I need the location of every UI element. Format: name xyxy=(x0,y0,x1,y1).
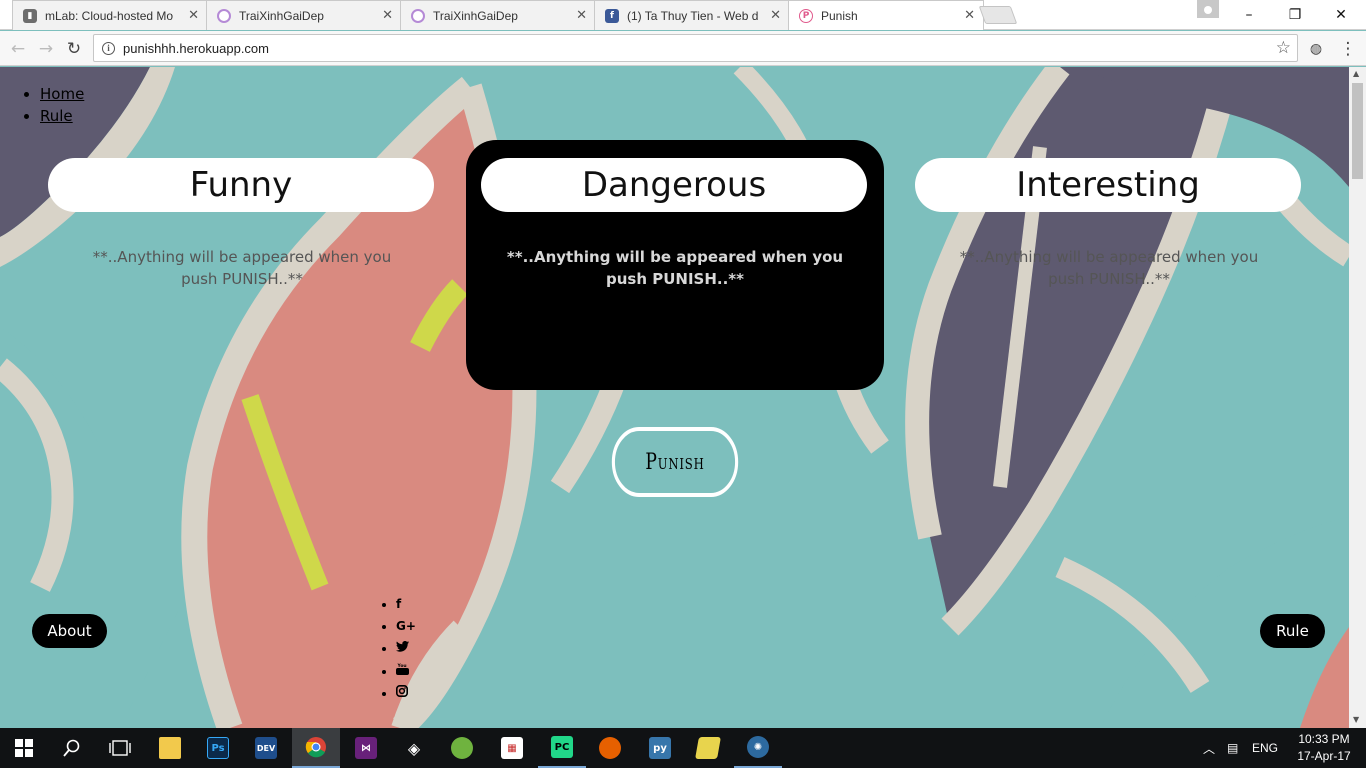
social-item: G+ xyxy=(396,619,416,641)
card-message: **..Anything will be appeared when you p… xyxy=(92,248,392,288)
top-nav: Home Rule xyxy=(22,83,84,127)
unity-icon[interactable]: ◈ xyxy=(390,728,438,768)
browser-tab-mlab[interactable]: ▮ mLab: Cloud-hosted Mo ✕ xyxy=(12,0,208,30)
close-tab-icon[interactable]: ✕ xyxy=(964,8,975,23)
social-item: You xyxy=(396,663,416,685)
social-links: f G+ You xyxy=(380,597,416,707)
browser-tab-traixinh-1[interactable]: TraiXinhGaiDep ✕ xyxy=(206,0,402,30)
social-item xyxy=(396,641,416,663)
scrollbar-thumb[interactable] xyxy=(1352,83,1363,179)
file-explorer-icon[interactable] xyxy=(146,728,194,768)
traixinh-favicon-icon xyxy=(411,8,425,23)
folder-icon[interactable] xyxy=(684,728,732,768)
scroll-up-arrow-icon[interactable]: ▲ xyxy=(1353,69,1359,78)
tab-title: (1) Ta Thuy Tien - Web d xyxy=(627,8,759,23)
profile-icon[interactable] xyxy=(1197,0,1219,18)
address-bar[interactable]: i punishhh.herokuapp.com ☆ xyxy=(93,34,1298,62)
traixinh-favicon-icon xyxy=(217,8,231,23)
card-interesting: Interesting **..Anything will be appeare… xyxy=(900,140,1318,390)
tab-title: mLab: Cloud-hosted Mo xyxy=(45,8,174,23)
nav-item-home: Home xyxy=(40,83,84,105)
visual-studio-icon[interactable]: ⋈ xyxy=(342,728,390,768)
card-title-interesting[interactable]: Interesting xyxy=(915,158,1301,212)
app-circle-icon[interactable]: ✺ xyxy=(734,728,782,768)
svg-text:You: You xyxy=(397,663,407,669)
windows-taskbar: Ps DEV ⋈ ◈ ▦ PC py ✺ ︿ ▤ ENG 10:33 PM 17… xyxy=(0,728,1366,768)
tab-title: TraiXinhGaiDep xyxy=(433,8,518,23)
new-tab-button[interactable] xyxy=(978,6,1018,24)
restore-button[interactable]: ❐ xyxy=(1272,0,1318,30)
page-viewport: Home Rule Funny **..Anything will be app… xyxy=(0,67,1349,728)
nav-item-rule: Rule xyxy=(40,105,84,127)
card-dangerous: Dangerous **..Anything will be appeared … xyxy=(466,140,884,390)
python-icon[interactable]: py xyxy=(636,728,684,768)
reload-icon[interactable]: ↻ xyxy=(62,37,86,61)
browser-tab-punish[interactable]: P Punish ✕ xyxy=(788,0,984,30)
clock[interactable]: 10:33 PM 17-Apr-17 xyxy=(1292,731,1356,765)
browser-tab-facebook[interactable]: f (1) Ta Thuy Tien - Web d ✕ xyxy=(594,0,790,30)
social-item: f xyxy=(396,597,416,619)
tab-title: Punish xyxy=(821,8,858,23)
page-scrollbar[interactable]: ▲ ▼ xyxy=(1349,67,1366,728)
info-icon[interactable]: i xyxy=(102,41,115,55)
tray-chevron-icon[interactable]: ︿ xyxy=(1203,728,1215,768)
punish-favicon-icon: P xyxy=(799,8,813,23)
close-tab-icon[interactable]: ✕ xyxy=(576,8,587,23)
app-icon[interactable]: ▦ xyxy=(488,728,536,768)
chrome-icon[interactable] xyxy=(292,728,340,768)
bookmark-star-icon[interactable]: ☆ xyxy=(1276,38,1291,58)
google-plus-icon[interactable]: G+ xyxy=(396,619,416,633)
search-icon[interactable] xyxy=(48,728,96,768)
youtube-icon[interactable]: You xyxy=(396,663,409,678)
tab-title: TraiXinhGaiDep xyxy=(239,8,324,23)
task-view-icon[interactable] xyxy=(96,728,144,768)
facebook-favicon-icon: f xyxy=(605,8,619,23)
clock-date: 17-Apr-17 xyxy=(1297,749,1351,763)
card-funny: Funny **..Anything will be appeared when… xyxy=(33,140,451,390)
close-tab-icon[interactable]: ✕ xyxy=(382,8,393,23)
forward-arrow-icon[interactable]: → xyxy=(34,37,58,61)
back-arrow-icon[interactable]: ← xyxy=(6,37,30,61)
rule-link[interactable]: Rule xyxy=(40,107,73,125)
clock-time: 10:33 PM xyxy=(1298,732,1350,746)
close-tab-icon[interactable]: ✕ xyxy=(188,8,199,23)
windows-start-icon[interactable] xyxy=(0,728,48,768)
punish-button[interactable]: Punish xyxy=(611,427,739,497)
notification-icon[interactable]: ▤ xyxy=(1227,728,1238,768)
menu-kebab-icon[interactable]: ⋮ xyxy=(1336,37,1360,61)
card-message: **..Anything will be appeared when you p… xyxy=(506,248,844,288)
android-studio-icon[interactable] xyxy=(438,728,486,768)
photoshop-icon[interactable]: Ps xyxy=(194,728,242,768)
language-indicator[interactable]: ENG xyxy=(1252,728,1278,768)
card-title-dangerous[interactable]: Dangerous xyxy=(481,158,867,212)
browser-tab-bar: ▮ mLab: Cloud-hosted Mo ✕ TraiXinhGaiDep… xyxy=(0,0,1366,30)
mlab-favicon-icon: ▮ xyxy=(23,8,37,23)
minimize-button[interactable]: – xyxy=(1226,0,1272,30)
url-text[interactable]: punishhh.herokuapp.com xyxy=(123,41,269,56)
scroll-down-arrow-icon[interactable]: ▼ xyxy=(1353,715,1359,724)
instagram-icon[interactable] xyxy=(396,685,408,700)
about-button[interactable]: About xyxy=(32,614,107,648)
facebook-icon[interactable]: f xyxy=(396,597,401,611)
close-tab-icon[interactable]: ✕ xyxy=(770,8,781,23)
home-link[interactable]: Home xyxy=(40,85,84,103)
pycharm-icon[interactable]: PC xyxy=(538,728,586,768)
social-item xyxy=(396,685,416,707)
devexpress-icon[interactable]: DEV xyxy=(242,728,290,768)
close-window-button[interactable]: ✕ xyxy=(1318,0,1364,30)
browser-toolbar: ← → ↻ i punishhh.herokuapp.com ☆ ◍ ⋮ xyxy=(0,31,1366,66)
extension-icon[interactable]: ◍ xyxy=(1304,37,1328,61)
browser-tab-traixinh-2[interactable]: TraiXinhGaiDep ✕ xyxy=(400,0,596,30)
twitter-icon[interactable] xyxy=(396,641,409,655)
card-title-funny[interactable]: Funny xyxy=(48,158,434,212)
card-message: **..Anything will be appeared when you p… xyxy=(959,248,1259,288)
rule-button[interactable]: Rule xyxy=(1260,614,1325,648)
firefox-icon[interactable] xyxy=(586,728,634,768)
